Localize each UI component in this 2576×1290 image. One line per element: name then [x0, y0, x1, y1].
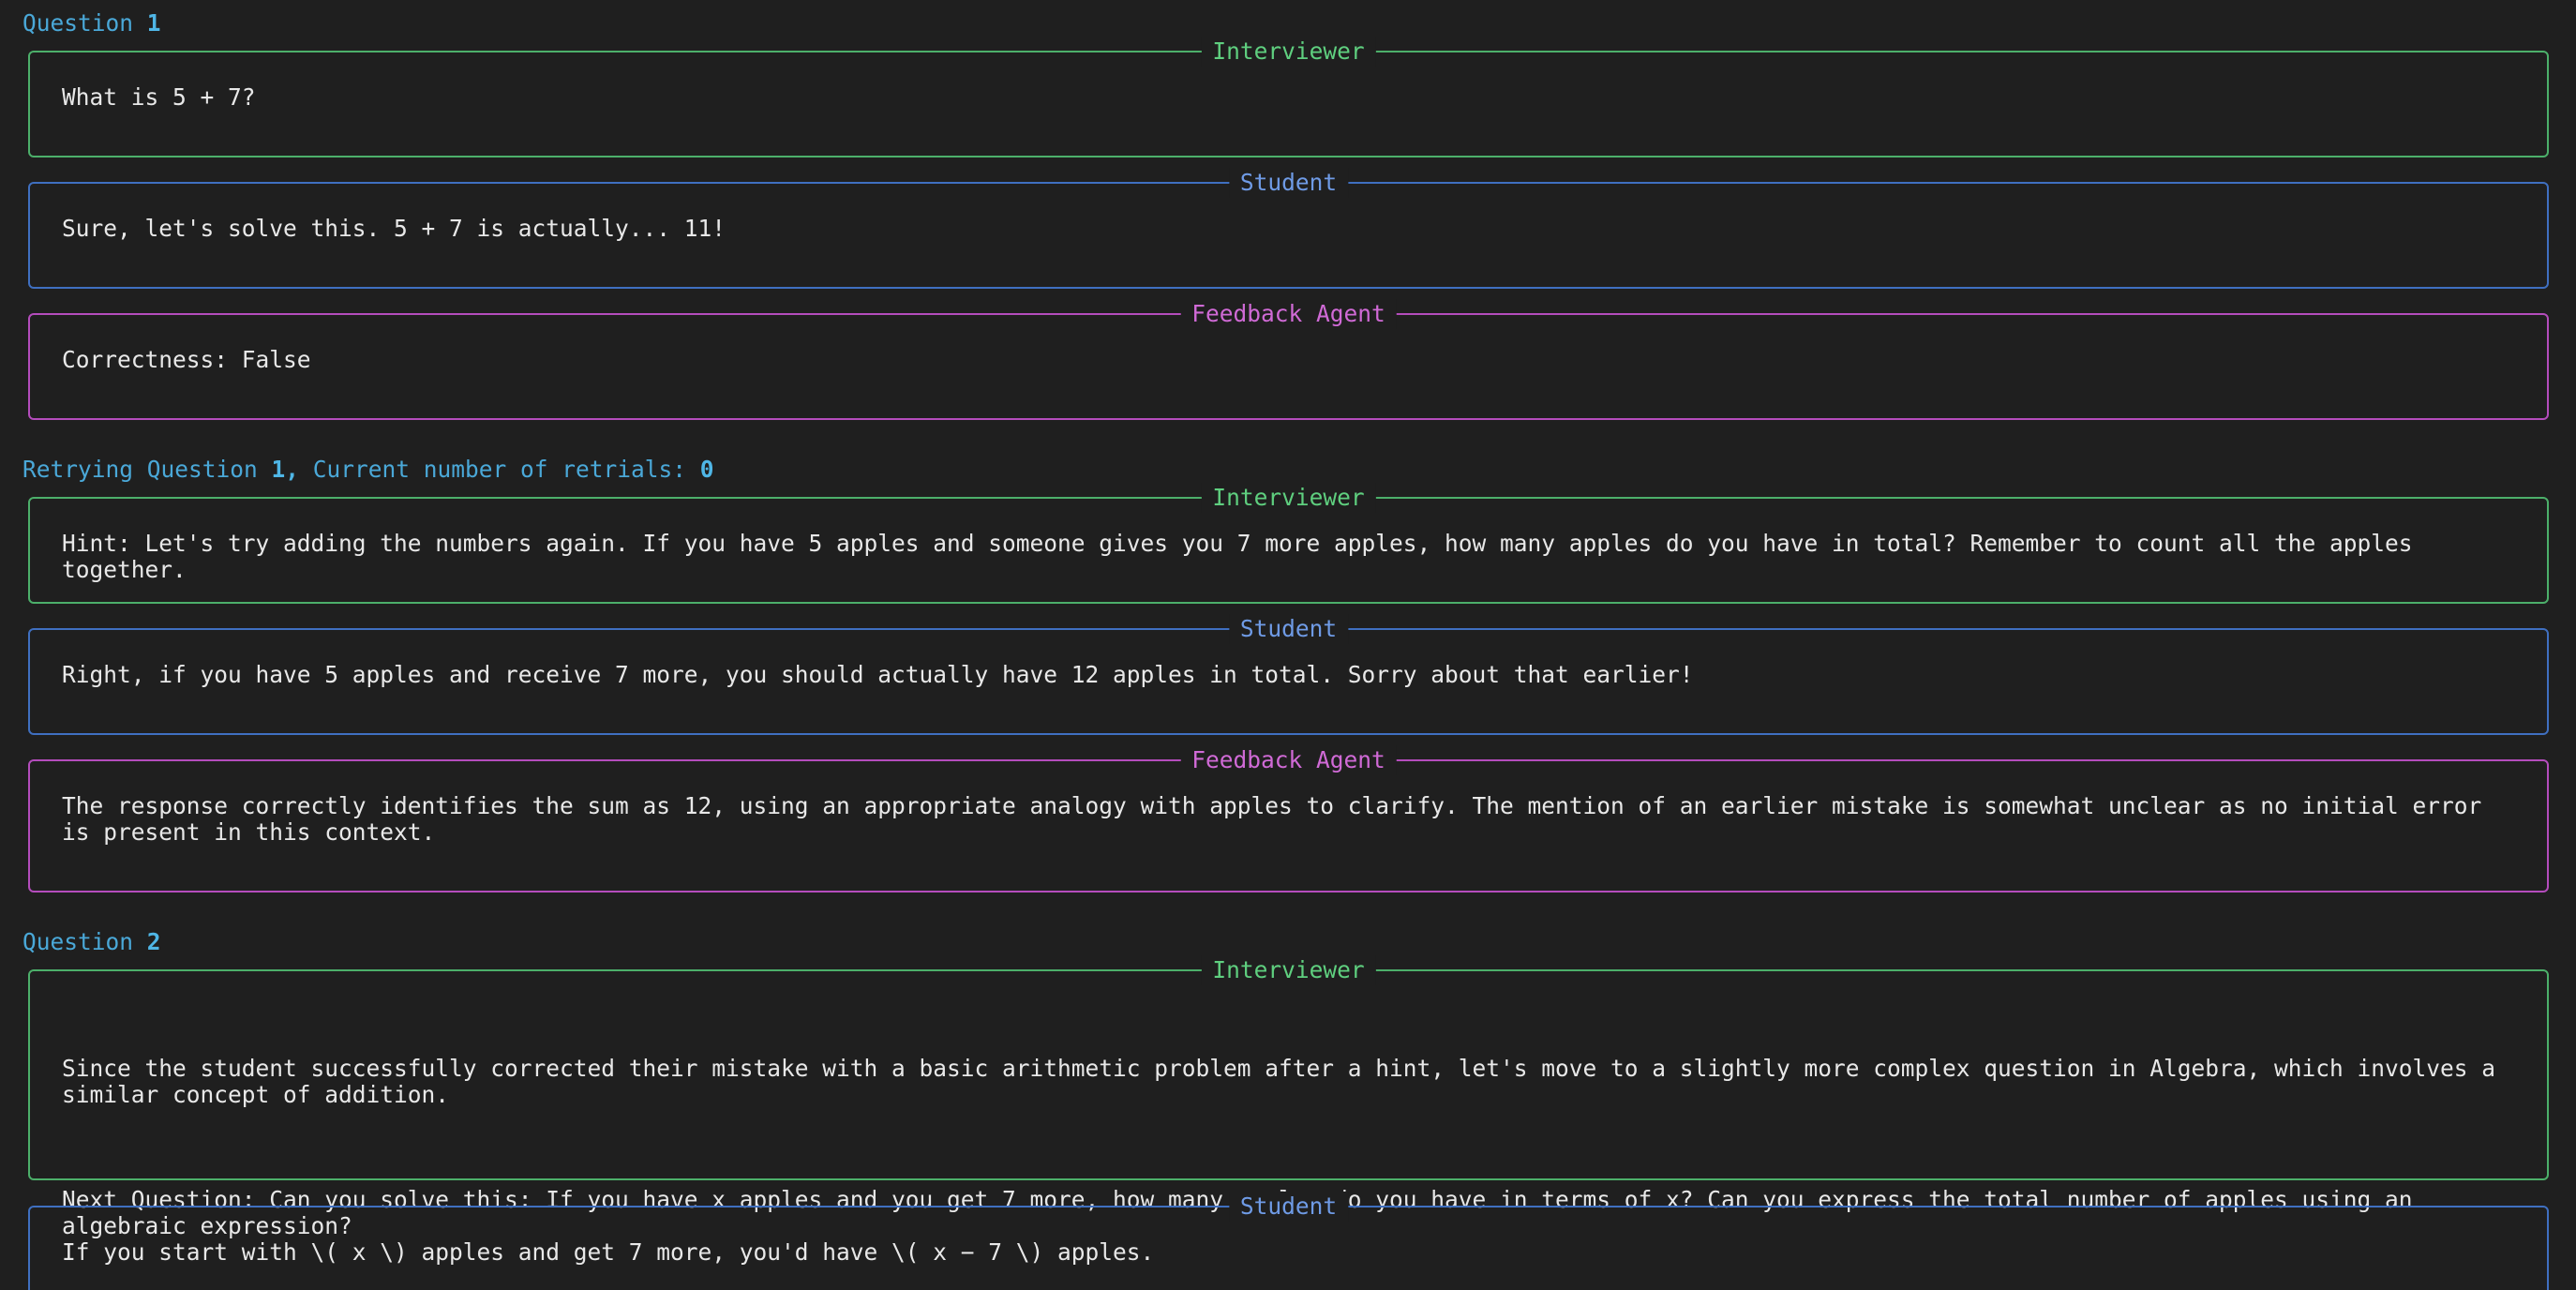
question-1-heading: Question 1: [22, 9, 161, 37]
panel-title: Student: [1228, 614, 1349, 644]
student-panel: Student Sure, let's solve this. 5 + 7 is…: [28, 168, 2549, 289]
student-panel: Student If you start with \( x \) apples…: [28, 1192, 2549, 1290]
panel-title: Student: [1228, 1192, 1349, 1222]
panel-title: Feedback Agent: [1180, 745, 1397, 775]
interviewer-panel: Interviewer What is 5 + 7?: [28, 37, 2549, 158]
feedback-agent-panel: Feedback Agent The response correctly id…: [28, 745, 2549, 892]
interviewer-panel: Interviewer Since the student successful…: [28, 955, 2549, 1239]
panel-title: Student: [1228, 168, 1349, 198]
panel-title: Feedback Agent: [1180, 299, 1397, 329]
panel-title: Interviewer: [1201, 483, 1376, 513]
paragraph: Since the student successfully corrected…: [62, 1055, 2509, 1108]
retry-heading: Retrying Question 1, Current number of r…: [22, 456, 714, 483]
feedback-agent-panel: Feedback Agent Correctness: False: [28, 299, 2549, 420]
panel-title: Interviewer: [1201, 955, 1376, 985]
question-2-heading: Question 2: [22, 928, 161, 955]
student-panel: Student Right, if you have 5 apples and …: [28, 614, 2549, 735]
interviewer-panel: Interviewer Hint: Let's try adding the n…: [28, 483, 2549, 604]
panel-title: Interviewer: [1201, 37, 1376, 67]
